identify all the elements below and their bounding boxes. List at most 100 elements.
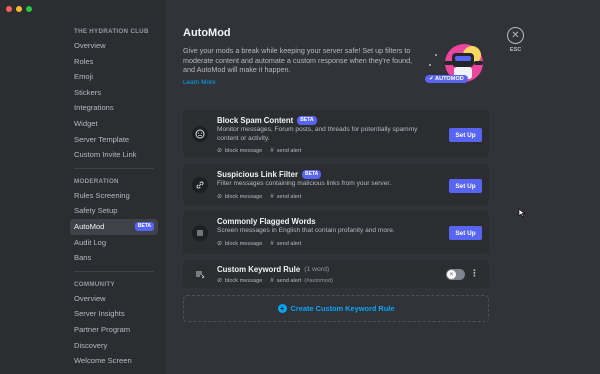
- hash-icon: #: [270, 147, 274, 154]
- sidebar-item-partner-program[interactable]: Partner Program: [70, 322, 158, 338]
- sidebar-item-server-template[interactable]: Server Template: [70, 132, 158, 148]
- tag-send-alert: # send alert: [270, 194, 301, 200]
- sidebar-item-label: Safety Setup: [74, 206, 118, 216]
- rule-title: Block Spam Content: [217, 116, 294, 125]
- tag-label: block message: [225, 193, 263, 200]
- tag-block-message: ⊘ block message: [217, 193, 263, 201]
- rule-actions: ⊘ block message # send alert (#automod): [217, 277, 333, 285]
- mouse-cursor-icon: [518, 208, 525, 217]
- sidebar-item-label: Overview: [74, 41, 106, 50]
- maximize-window-button[interactable]: [26, 6, 32, 12]
- hash-icon: #: [270, 240, 274, 247]
- sidebar-item-widget[interactable]: Widget: [70, 116, 158, 132]
- sidebar-item-safety-setup[interactable]: Safety Setup: [70, 203, 158, 219]
- sidebar-item-label: Overview: [74, 293, 106, 303]
- rule-description: Filter messages containing malicious lin…: [217, 180, 392, 187]
- sidebar-item-audit-log[interactable]: Audit Log: [70, 235, 158, 251]
- sidebar-item-label: Roles: [74, 56, 94, 66]
- sidebar-item-label: Server Template: [74, 134, 130, 144]
- tag-block-message: ⊘ block message: [217, 277, 262, 285]
- sidebar-item-label: Rules Screening: [74, 190, 130, 200]
- esc-label: ESC: [509, 47, 522, 53]
- rule-card-suspicious-link: Suspicious Link Filter BETA Filter messag…: [183, 164, 489, 205]
- tag-label: send alert: [276, 147, 302, 154]
- sidebar-item-label: Emoji: [74, 72, 93, 82]
- sidebar-item-stickers[interactable]: Stickers: [70, 85, 158, 101]
- tag-block-message: ⊘ block message: [217, 240, 262, 248]
- rule-enabled-toggle[interactable]: ×: [446, 269, 465, 280]
- settings-sidebar: THE HYDRATION CLUB Overview Roles Emoji …: [0, 0, 166, 374]
- rule-description: Screen messages in English that contain …: [217, 227, 395, 234]
- sidebar-section-header: THE HYDRATION CLUB: [74, 28, 149, 35]
- block-icon: ⊘: [217, 194, 223, 200]
- sidebar-item-label: Welcome Screen: [74, 356, 132, 366]
- rule-name: Block Spam Content BETA: [217, 116, 317, 125]
- sidebar-item-bans[interactable]: Bans: [70, 250, 158, 266]
- sidebar-item-roles[interactable]: Roles: [70, 54, 158, 70]
- rule-name: Commonly Flagged Words: [217, 217, 316, 226]
- sidebar-item-label: Discovery: [74, 340, 108, 350]
- sidebar-item-automod[interactable]: AutoMod BETA: [70, 218, 158, 235]
- beta-badge: BETA: [297, 116, 317, 125]
- rule-card-custom-keyword: Custom Keyword Rule (1 word) ⊘ block messa…: [183, 260, 489, 288]
- window-controls: [6, 6, 32, 12]
- tag-send-alert: # send alert: [270, 148, 301, 154]
- rule-actions: ⊘ block message # send alert: [217, 193, 301, 201]
- alert-channel: (#automod): [304, 277, 333, 284]
- sidebar-item-community-overview[interactable]: Overview: [70, 291, 158, 307]
- sidebar-item-emoji[interactable]: Emoji: [70, 69, 158, 85]
- hash-icon: #: [270, 277, 274, 284]
- sidebar-item-overview[interactable]: Overview: [70, 38, 158, 54]
- beta-badge: BETA: [302, 170, 322, 179]
- sidebar-item-label: Widget: [74, 118, 98, 128]
- link-icon: [192, 177, 208, 193]
- setup-button[interactable]: Set Up: [449, 128, 482, 142]
- page-description: Give your mods a break while keeping you…: [183, 46, 413, 75]
- close-icon: ✕: [511, 30, 520, 41]
- sidebar-item-integrations[interactable]: Integrations: [70, 100, 158, 116]
- create-custom-rule-button[interactable]: + Create Custom Keyword Rule: [183, 295, 489, 322]
- tag-label: send alert: [276, 277, 302, 284]
- more-options-icon[interactable]: ⋮: [470, 269, 479, 278]
- automod-badge-label: ✔ AUTOMOD: [429, 76, 464, 82]
- list-icon: [192, 225, 208, 241]
- tag-send-alert: # send alert (#automod): [270, 278, 333, 284]
- beta-badge: BETA: [134, 222, 154, 232]
- hash-icon: #: [270, 193, 274, 200]
- close-settings-button[interactable]: ✕: [507, 27, 524, 44]
- toggle-off-icon: ×: [447, 270, 456, 279]
- learn-more-link[interactable]: Learn More: [183, 79, 216, 86]
- rule-name: Custom Keyword Rule (1 word): [217, 265, 329, 274]
- tag-label: send alert: [276, 240, 302, 247]
- close-window-button[interactable]: [6, 6, 12, 12]
- sidebar-item-label: AutoMod: [74, 221, 105, 231]
- sidebar-section-header: MODERATION: [74, 177, 119, 185]
- sidebar-item-server-insights[interactable]: Server Insights: [70, 306, 158, 322]
- sidebar-item-label: Audit Log: [74, 237, 107, 247]
- rule-actions: ⊘ block message # send alert: [217, 240, 302, 248]
- rule-title: Suspicious Link Filter: [217, 170, 299, 179]
- block-icon: ⊘: [217, 148, 223, 154]
- setup-button[interactable]: Set Up: [449, 179, 482, 193]
- tag-block-message: ⊘ block message: [217, 147, 263, 155]
- minimize-window-button[interactable]: [16, 6, 22, 12]
- sidebar-item-rules-screening[interactable]: Rules Screening: [70, 188, 158, 204]
- sidebar-item-label: Integrations: [74, 103, 114, 113]
- sidebar-item-custom-invite-link[interactable]: Custom Invite Link: [70, 147, 158, 163]
- rule-card-flagged-words: Commonly Flagged Words Screen messages i…: [183, 211, 489, 254]
- sidebar-item-discovery[interactable]: Discovery: [70, 338, 158, 354]
- sidebar-item-label: Custom Invite Link: [74, 150, 137, 160]
- sidebar-item-label: Server Insights: [74, 309, 125, 319]
- sidebar-item-label: Bans: [74, 253, 92, 263]
- rule-card-block-spam: Block Spam Content BETA Monitor messages,…: [183, 110, 489, 157]
- setup-button[interactable]: Set Up: [449, 226, 482, 240]
- tag-label: block message: [225, 147, 263, 154]
- page-title: AutoMod: [183, 27, 231, 39]
- sidebar-item-welcome-screen[interactable]: Welcome Screen: [70, 353, 158, 369]
- rule-word-count: (1 word): [304, 266, 330, 273]
- rule-name: Suspicious Link Filter BETA: [217, 170, 322, 179]
- block-icon: ⊘: [217, 278, 223, 284]
- keyword-filter-icon: [192, 266, 208, 282]
- rule-description: Monitor messages, Forum posts, and threa…: [217, 126, 418, 142]
- block-icon: ⊘: [217, 241, 223, 247]
